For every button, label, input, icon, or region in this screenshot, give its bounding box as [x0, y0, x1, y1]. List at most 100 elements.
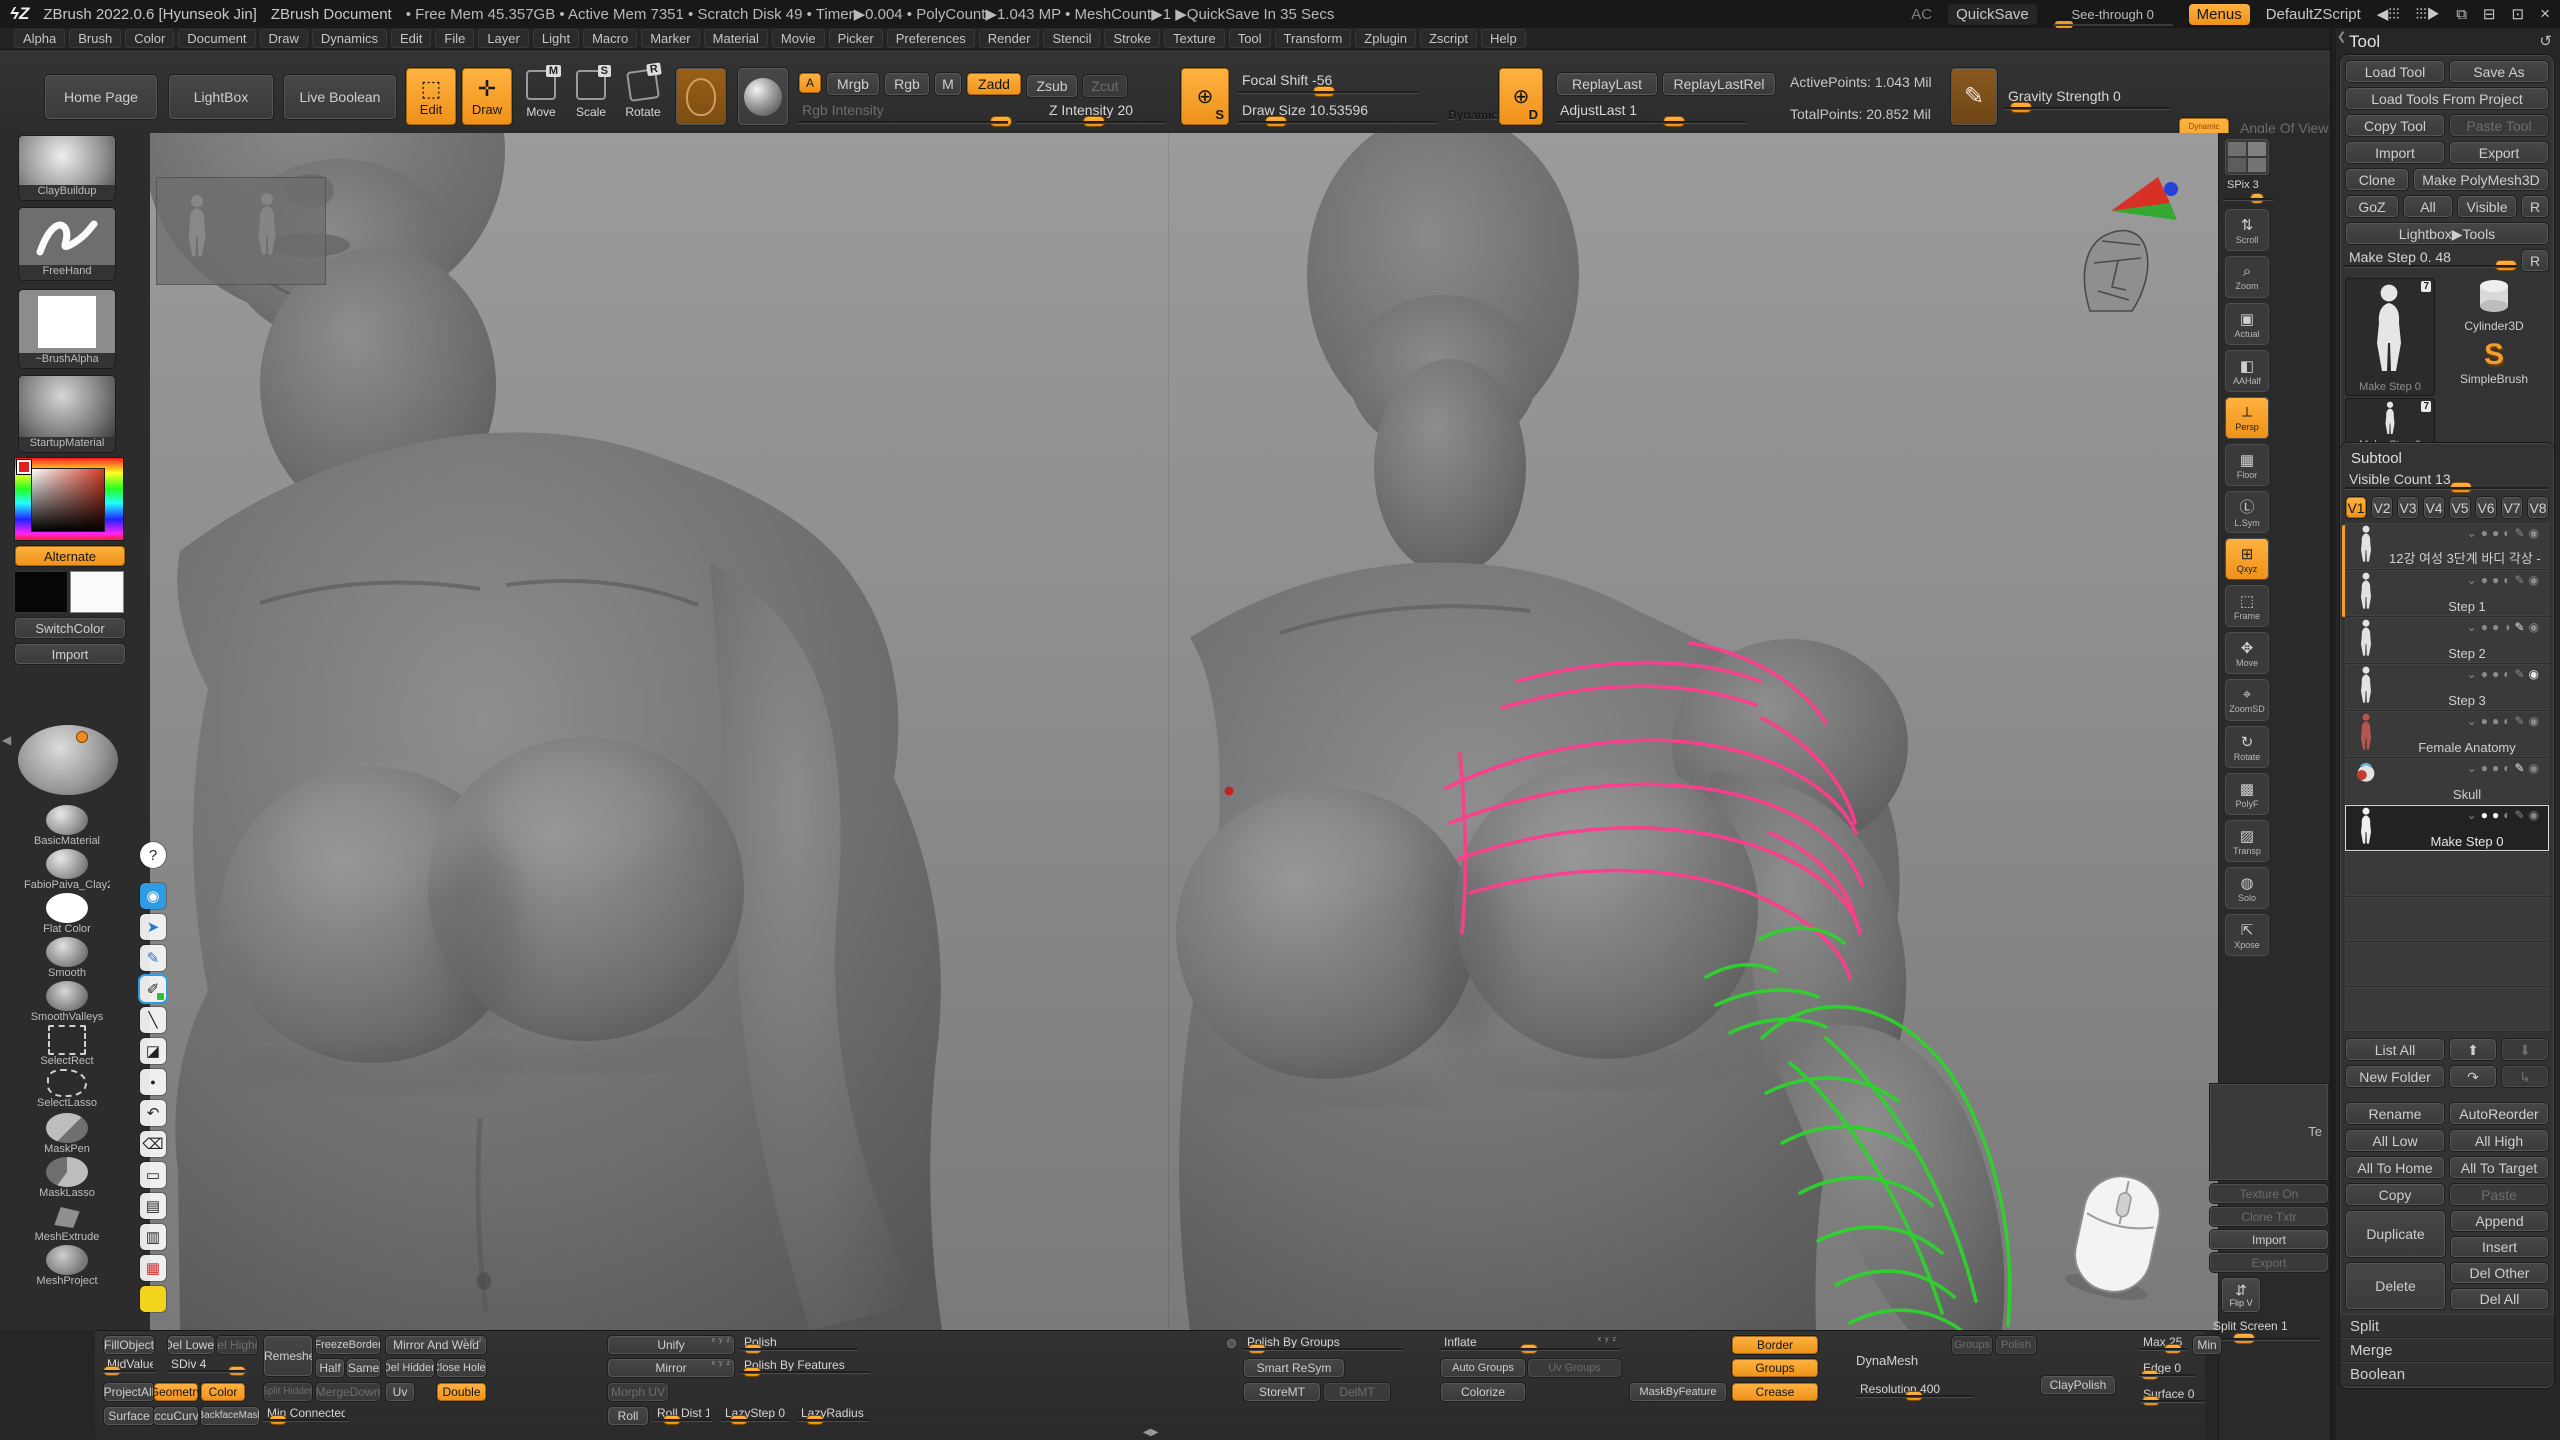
store-mt-button[interactable]: StoreMT: [1243, 1382, 1321, 1402]
slider-knob[interactable]: [744, 1368, 760, 1376]
rgb-intensity-slider[interactable]: Rgb Intensity: [798, 102, 1008, 126]
slider-knob[interactable]: [2165, 1345, 2181, 1353]
menu-light[interactable]: Light: [533, 29, 579, 48]
dynamic-size-icon-button[interactable]: ⊕D: [1498, 67, 1544, 126]
menu-brush[interactable]: Brush: [69, 29, 121, 48]
slider-knob[interactable]: [664, 1416, 680, 1424]
annot-trash-button[interactable]: ⌫: [140, 1131, 166, 1157]
brush-meshextrude[interactable]: MeshExtrude: [24, 1201, 110, 1243]
slider-knob[interactable]: [2142, 1371, 2158, 1379]
shelf-move-button[interactable]: ✥Move: [2225, 632, 2269, 674]
subtool-tab-v4[interactable]: V4: [2423, 496, 2445, 519]
shelf-transp-button[interactable]: ▨Transp: [2225, 820, 2269, 862]
subtool-empty-row[interactable]: [2345, 852, 2549, 897]
tray-collapse-icon[interactable]: ❮: [2337, 30, 2346, 43]
make-step-slider[interactable]: Make Step 0. 48: [2345, 249, 2517, 270]
surface-slider[interactable]: Surface 0: [2139, 1387, 2205, 1405]
del-other-button[interactable]: Del Other: [2450, 1262, 2549, 1284]
spix-slider[interactable]: SPix 3: [2223, 179, 2273, 203]
annot-highlighter-button[interactable]: ✐: [140, 976, 166, 1002]
slider-knob[interactable]: [1314, 87, 1334, 96]
slider-knob[interactable]: [2055, 21, 2073, 28]
polish-groups-radio[interactable]: [1227, 1339, 1236, 1348]
min-button[interactable]: Min: [2192, 1335, 2222, 1355]
scale-mode-button[interactable]: S Scale: [570, 70, 612, 119]
subtool-row-5[interactable]: ⌄●●◐✎◉ Female Anatomy: [2345, 711, 2549, 758]
inflate-slider[interactable]: Inflatex y z: [1440, 1335, 1620, 1353]
simplebrush-tool-button[interactable]: S SimpleBrush: [2439, 338, 2549, 394]
cylinder3d-tool-button[interactable]: Cylinder3D: [2439, 278, 2549, 334]
surface-button[interactable]: Surface: [103, 1406, 155, 1426]
brush-selectlasso[interactable]: SelectLasso: [24, 1069, 110, 1109]
subtool-row-selected[interactable]: ⌄●●◐✎◉ Make Step 0: [2345, 805, 2549, 852]
del-lower-button[interactable]: Del Lower: [167, 1335, 215, 1355]
subtool-up-button[interactable]: ⬆: [2449, 1038, 2497, 1061]
texture-preview-box[interactable]: Te: [2209, 1083, 2329, 1181]
material-fabiopaiva[interactable]: FabioPaiva_Clay2: [24, 849, 110, 891]
copy-tool-button[interactable]: Copy Tool: [2345, 114, 2445, 137]
slider-knob[interactable]: [1664, 117, 1684, 126]
color-button[interactable]: Color: [200, 1382, 246, 1402]
menu-macro[interactable]: Macro: [583, 29, 637, 48]
material-flatcolor[interactable]: Flat Color: [24, 893, 110, 935]
slider-knob[interactable]: [1906, 1392, 1922, 1400]
visible-count-slider[interactable]: Visible Count 13: [2345, 471, 2549, 492]
gravity-button[interactable]: ✎: [1950, 67, 1998, 126]
export-button[interactable]: Export: [2449, 141, 2549, 164]
sdiv-slider[interactable]: SDiv 4: [167, 1357, 245, 1375]
canvas-views-grid-icon[interactable]: [2225, 139, 2269, 175]
colorize-button[interactable]: Colorize: [1440, 1382, 1526, 1402]
dynamic-label[interactable]: Dynamic: [1448, 108, 1498, 122]
menu-zscript[interactable]: Zscript: [1420, 29, 1477, 48]
menu-material[interactable]: Material: [704, 29, 768, 48]
branch-arrow-button[interactable]: ↳: [2501, 1065, 2549, 1088]
slider-knob[interactable]: [745, 1345, 761, 1353]
border-button[interactable]: Border: [1731, 1335, 1819, 1355]
shelf-scroll-button[interactable]: ⇅Scroll: [2225, 209, 2269, 251]
subtool-down-button[interactable]: ⬇: [2501, 1038, 2549, 1061]
menu-render[interactable]: Render: [979, 29, 1040, 48]
subtool-tab-v7[interactable]: V7: [2501, 496, 2523, 519]
current-stroke-button[interactable]: FreeHand: [18, 207, 116, 281]
import-button[interactable]: Import: [2345, 141, 2445, 164]
subtool-tab-v5[interactable]: V5: [2449, 496, 2471, 519]
texture-import-button[interactable]: Import: [2209, 1229, 2329, 1250]
geometry-button[interactable]: Geometry: [153, 1382, 199, 1402]
annot-help-button[interactable]: ?: [140, 842, 166, 868]
groups-button[interactable]: Groups: [1731, 1358, 1819, 1378]
zcut-button[interactable]: Zcut: [1082, 74, 1128, 98]
shelf-frame-button[interactable]: ⬚Frame: [2225, 585, 2269, 627]
tray-scrollbar[interactable]: [2331, 28, 2336, 1440]
flip-v-button[interactable]: ⇵ Flip V: [2221, 1277, 2261, 1313]
subtool-row-6[interactable]: ⌄●●◐✎◉ Skull: [2345, 758, 2549, 805]
rename-button[interactable]: Rename: [2345, 1102, 2445, 1125]
boolean-section-header[interactable]: Boolean: [2340, 1362, 2554, 1386]
slider-knob[interactable]: [1249, 1345, 1265, 1353]
focal-shift-slider[interactable]: Focal Shift -56: [1238, 72, 1418, 96]
annot-yellow-swatch[interactable]: [140, 1286, 166, 1312]
shelf-zoom-button[interactable]: ⌕Zoom: [2225, 256, 2269, 298]
brush-maskpen[interactable]: MaskPen: [24, 1113, 110, 1155]
quicksave-button[interactable]: QuickSave: [1948, 4, 2037, 25]
annot-pen-button[interactable]: ✎: [140, 945, 166, 971]
shelf-splitter-handle[interactable]: ◀▶: [1143, 1427, 1158, 1438]
annot-eye-button[interactable]: ◉: [140, 883, 166, 909]
all-low-button[interactable]: All Low: [2345, 1129, 2445, 1152]
home-page-button[interactable]: Home Page: [44, 74, 158, 120]
shelf-actual-button[interactable]: ▣Actual: [2225, 303, 2269, 345]
insert-button[interactable]: Insert: [2450, 1236, 2549, 1258]
current-material-button[interactable]: [737, 67, 789, 126]
document-canvas[interactable]: [150, 133, 2218, 1330]
shelf-xpose-button[interactable]: ⇱Xpose: [2225, 914, 2269, 956]
mirror-button[interactable]: Mirrorx y z: [607, 1358, 735, 1378]
menu-layer[interactable]: Layer: [478, 29, 529, 48]
all-to-home-button[interactable]: All To Home: [2345, 1156, 2445, 1179]
subtool-row-4[interactable]: ⌄●●◐✎◉ Step 3: [2345, 664, 2549, 711]
gravity-strength-slider[interactable]: Gravity Strength 0: [2004, 88, 2170, 112]
main-color-swatch[interactable]: [14, 571, 68, 613]
delete-button[interactable]: Delete: [2345, 1262, 2446, 1310]
mid-value-slider[interactable]: MidValue 0: [103, 1357, 157, 1375]
load-tool-button[interactable]: Load Tool: [2345, 60, 2445, 83]
fill-object-button[interactable]: FillObject: [103, 1335, 155, 1355]
brush-smooth[interactable]: Smooth: [24, 937, 110, 979]
